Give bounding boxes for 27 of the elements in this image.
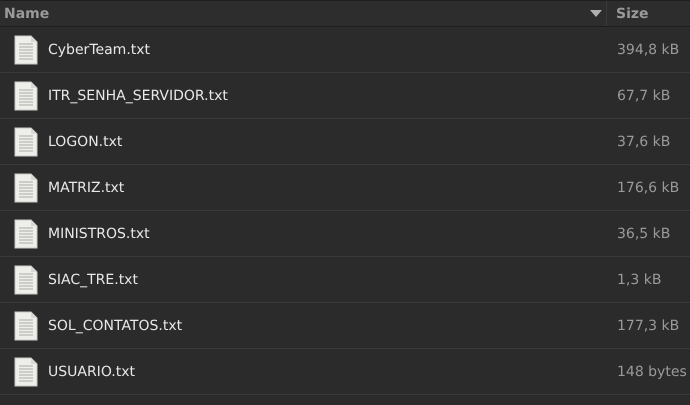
text-file-icon bbox=[14, 264, 38, 294]
file-size: 1,3 kB bbox=[616, 272, 662, 288]
file-name: SOL_CONTATOS.txt bbox=[48, 318, 182, 334]
file-name: LOGON.txt bbox=[48, 134, 122, 150]
caret-icon[interactable] bbox=[590, 10, 602, 17]
file-size: 177,3 kB bbox=[616, 318, 680, 334]
file-name: MATRIZ.txt bbox=[48, 180, 124, 196]
file-size: 36,5 kB bbox=[616, 226, 672, 242]
column-header[interactable]: Size bbox=[616, 6, 649, 22]
file-name: ITR_SENHA_SERVIDOR.txt bbox=[48, 88, 228, 104]
file-name: CyberTeam.txt bbox=[48, 42, 150, 58]
text-file-icon bbox=[14, 356, 38, 386]
column-header[interactable]: Name bbox=[4, 6, 50, 22]
file-name: SIAC_TRE.txt bbox=[48, 272, 138, 288]
text-file-icon bbox=[14, 126, 38, 156]
file-size: 37,6 kB bbox=[616, 134, 672, 150]
text-file-icon bbox=[14, 310, 38, 340]
file-size: 394,8 kB bbox=[616, 42, 680, 58]
file-name: USUARIO.txt bbox=[48, 364, 135, 380]
text-file-icon bbox=[14, 80, 38, 110]
file-name: MINISTROS.txt bbox=[48, 226, 150, 242]
text-file-icon bbox=[14, 218, 38, 248]
text-file-icon bbox=[14, 34, 38, 64]
file-size: 67,7 kB bbox=[616, 88, 672, 104]
text-file-icon bbox=[14, 172, 38, 202]
file-size: 148 bytes bbox=[616, 364, 688, 380]
file-size: 176,6 kB bbox=[616, 180, 680, 196]
